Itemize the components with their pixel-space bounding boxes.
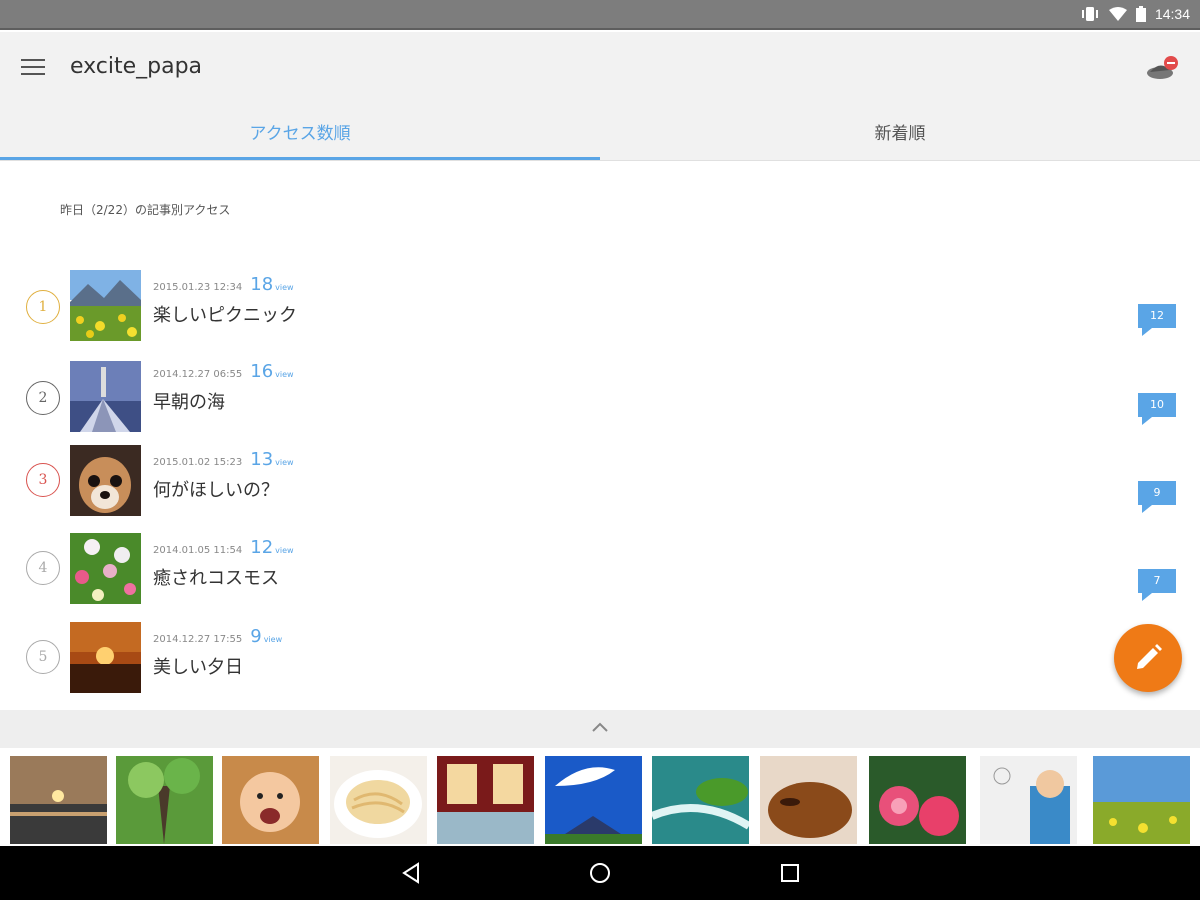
rank-badge: 4 <box>26 551 60 585</box>
comment-count-badge[interactable]: 12 <box>1138 304 1176 336</box>
view-unit: view <box>275 458 294 467</box>
view-count: 12 view <box>250 537 294 558</box>
post-meta: 2015.01.23 12:34 18 view <box>153 274 294 295</box>
view-unit: view <box>275 283 294 292</box>
chevron-up-icon <box>592 722 608 732</box>
back-icon[interactable] <box>398 860 424 886</box>
photo-thumbnail[interactable] <box>437 756 534 844</box>
photo-thumbnail[interactable] <box>652 756 749 844</box>
comment-count-badge[interactable]: 10 <box>1138 393 1176 425</box>
photo-drawer-handle[interactable] <box>0 710 1200 748</box>
photo-thumbnail[interactable] <box>869 756 966 844</box>
comment-count: 10 <box>1150 398 1164 411</box>
view-count: 13 view <box>250 449 294 470</box>
post-thumbnail <box>70 361 141 432</box>
photo-thumbnail[interactable] <box>760 756 857 844</box>
post-meta: 2014.12.27 06:55 16 view <box>153 361 294 382</box>
app-bar: excite_papa アクセス数順 新着順 <box>0 32 1200 160</box>
post-title: 何がほしいの？ <box>153 480 279 501</box>
photo-thumbnail[interactable] <box>545 756 642 844</box>
comment-count: 7 <box>1153 574 1161 587</box>
comment-count: 12 <box>1150 309 1164 322</box>
list-item[interactable]: 3 2015.01.02 15:23 13 view 何がほしいの？ 9 <box>0 443 1200 523</box>
rank-badge: 5 <box>26 640 60 674</box>
post-thumbnail <box>70 445 141 516</box>
post-date: 2014.12.27 06:55 <box>153 369 243 380</box>
recents-icon[interactable] <box>777 860 803 886</box>
nav-bar <box>0 846 1200 900</box>
status-bar: 14:34 <box>0 0 1200 30</box>
wifi-icon <box>1108 7 1127 21</box>
photo-thumbnail[interactable] <box>1093 756 1190 844</box>
status-time: 14:34 <box>1154 6 1190 22</box>
view-count: 16 view <box>250 361 294 382</box>
view-count: 18 view <box>250 274 294 295</box>
comment-count: 9 <box>1153 486 1161 499</box>
post-thumbnail <box>70 622 141 693</box>
post-title: 楽しいピクニック <box>153 305 297 326</box>
rank-badge: 1 <box>26 290 60 324</box>
list-item[interactable]: 2 2014.12.27 06:55 16 view 早朝の海 10 <box>0 355 1200 435</box>
battery-icon <box>1135 6 1146 22</box>
photo-thumbnail[interactable] <box>10 756 107 844</box>
view-count: 9 view <box>250 626 283 647</box>
post-title: 早朝の海 <box>153 392 225 413</box>
post-date: 2015.01.23 12:34 <box>153 282 243 293</box>
post-thumbnail <box>70 270 141 341</box>
app-title: excite_papa <box>70 54 203 79</box>
view-unit: view <box>275 546 294 555</box>
rank-badge: 3 <box>26 463 60 497</box>
home-icon[interactable] <box>587 860 613 886</box>
post-meta: 2014.01.05 11:54 12 view <box>153 537 294 558</box>
view-unit: view <box>275 370 294 379</box>
photo-strip <box>0 748 1200 846</box>
photo-thumbnail[interactable] <box>980 756 1077 844</box>
comment-count-badge[interactable]: 9 <box>1138 481 1176 513</box>
status-icons: 14:34 <box>1080 6 1190 22</box>
notification-icon[interactable] <box>1146 54 1180 82</box>
comment-count-badge[interactable]: 7 <box>1138 569 1176 601</box>
vibrate-icon <box>1081 7 1098 21</box>
tab-divider <box>0 160 1200 161</box>
photo-thumbnail[interactable] <box>222 756 319 844</box>
post-thumbnail <box>70 533 141 604</box>
section-label: 昨日（2/22）の記事別アクセス <box>60 203 231 217</box>
post-date: 2015.01.02 15:23 <box>153 457 243 468</box>
post-meta: 2014.12.27 17:55 9 view <box>153 626 282 647</box>
list-item[interactable]: 1 2015.01.23 12:34 18 view 楽しいピクニック 12 <box>0 268 1200 348</box>
list-item[interactable]: 5 2014.12.27 17:55 9 view 美しい夕日 <box>0 620 1200 700</box>
post-title: 癒されコスモス <box>153 568 279 589</box>
menu-icon[interactable] <box>21 59 45 77</box>
photo-thumbnail[interactable] <box>116 756 213 844</box>
post-meta: 2015.01.02 15:23 13 view <box>153 449 294 470</box>
pencil-icon <box>1137 644 1162 669</box>
compose-button[interactable] <box>1114 624 1182 692</box>
post-title: 美しい夕日 <box>153 657 243 678</box>
rank-badge: 2 <box>26 381 60 415</box>
tab-newest[interactable]: 新着順 <box>600 114 1200 160</box>
view-unit: view <box>263 635 283 644</box>
tab-access-count[interactable]: アクセス数順 <box>0 114 600 160</box>
post-date: 2014.01.05 11:54 <box>153 545 243 556</box>
photo-thumbnail[interactable] <box>330 756 427 844</box>
list-item[interactable]: 4 2014.01.05 11:54 12 view 癒されコスモス 7 <box>0 531 1200 611</box>
post-date: 2014.12.27 17:55 <box>153 634 243 645</box>
